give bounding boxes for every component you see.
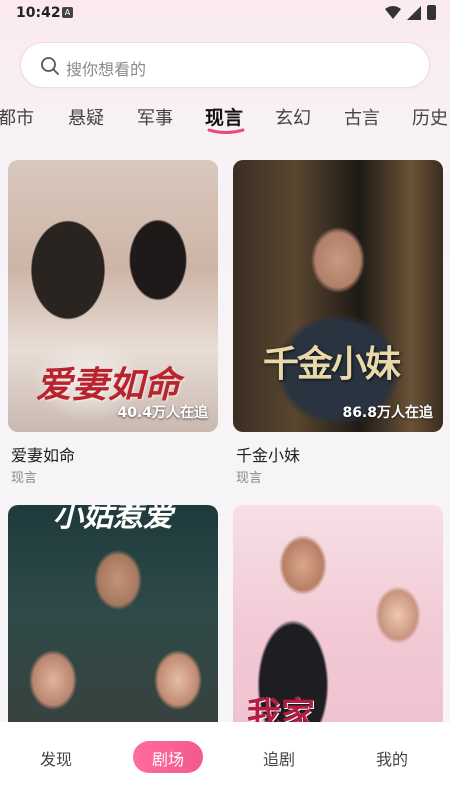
follow-count: 86.8万人在追	[342, 405, 433, 421]
drama-genre: 现言	[11, 471, 38, 486]
nav-following[interactable]: 追剧	[244, 746, 314, 770]
poster-title-art: 爱妻如命	[36, 364, 181, 406]
drama-title: 千金小妹	[236, 446, 301, 465]
tab-xuanhuan[interactable]: 玄幻	[275, 104, 311, 130]
nav-me[interactable]: 我的	[357, 746, 427, 770]
search-icon	[41, 57, 59, 75]
poster-title-art: 小姑惹爱	[53, 505, 173, 534]
tab-lishi[interactable]: 历史	[412, 104, 448, 130]
follow-count: 40.4万人在追	[117, 405, 208, 421]
poster-title-art: 千金小妹	[263, 343, 401, 385]
drama-poster[interactable]: 爱妻如命 40.4万人在追	[8, 160, 218, 432]
active-tab-indicator	[207, 128, 245, 134]
status-bar: 10:42 A	[0, 0, 450, 26]
search-placeholder: 搜你想看的	[66, 60, 147, 79]
battery-icon	[427, 5, 436, 20]
tab-xianyan[interactable]: 现言	[205, 103, 243, 130]
tab-dushi[interactable]: 都市	[0, 104, 34, 130]
drama-title: 爱妻如命	[11, 446, 76, 465]
status-time: 10:42	[16, 5, 61, 21]
nav-discover[interactable]: 发现	[21, 746, 91, 770]
wifi-icon	[385, 5, 401, 19]
tab-xuanyi[interactable]: 悬疑	[68, 104, 104, 130]
notification-icon: A	[62, 7, 73, 18]
bottom-nav: 发现 剧场 追剧 我的	[0, 722, 450, 800]
search-bar[interactable]: 搜你想看的	[20, 42, 430, 88]
category-tabs: 都市 悬疑 军事 现言 玄幻 古言 历史	[0, 98, 450, 138]
drama-poster[interactable]: 千金小妹 86.8万人在追	[233, 160, 443, 432]
drama-genre: 现言	[236, 471, 263, 486]
tab-junshi[interactable]: 军事	[137, 104, 173, 130]
signal-icon	[407, 5, 421, 20]
nav-theater[interactable]: 剧场	[133, 746, 203, 770]
tab-guyan[interactable]: 古言	[344, 104, 380, 130]
